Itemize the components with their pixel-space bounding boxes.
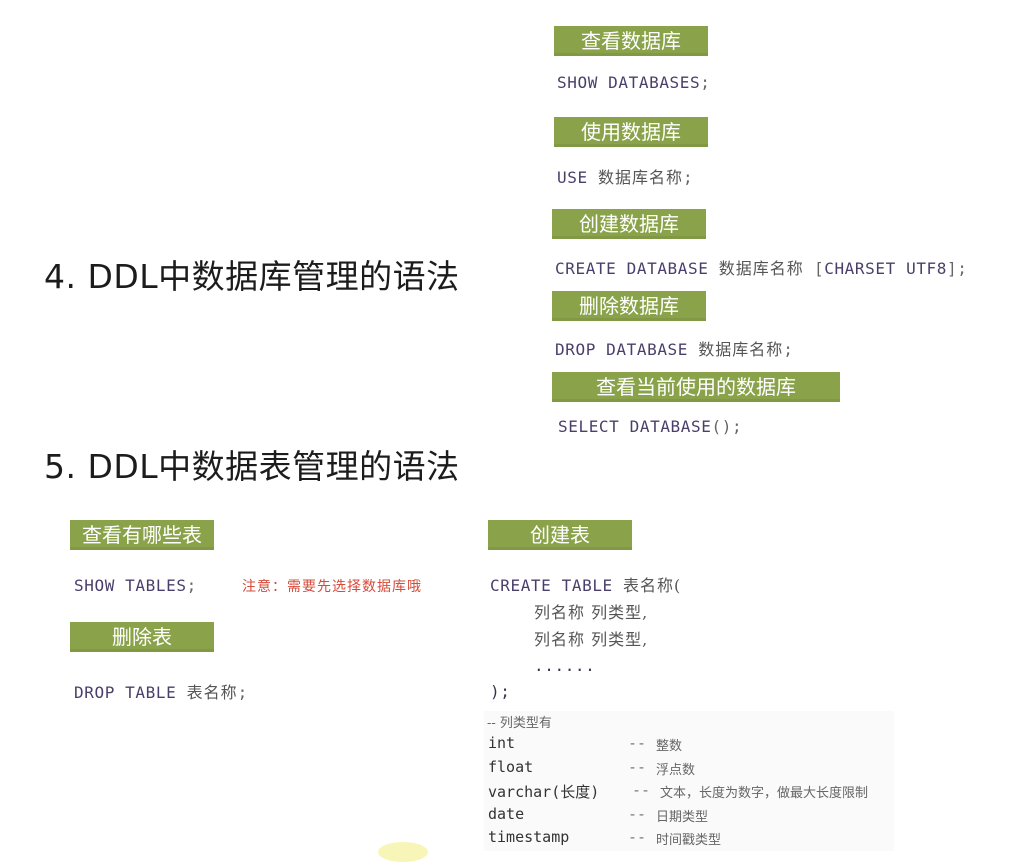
create-table-ellipsis: ...... [534, 656, 596, 675]
drop-table-label: 删除表 [70, 622, 214, 652]
code-placeholder: 数据库名称 [718, 259, 804, 278]
show-tables-label: 查看有哪些表 [70, 520, 214, 550]
code-keyword: CREATE TABLE [490, 576, 613, 595]
type-comment-dash: -- [628, 828, 647, 846]
code-punct: ; [682, 168, 694, 187]
code-punct: ; [700, 73, 711, 92]
type-comment-dash: -- [632, 781, 651, 799]
column-types-header: -- 列类型有 [487, 711, 552, 731]
create-table-label: 创建表 [488, 520, 632, 550]
create-table-column-2: 列名称 列类型, [534, 626, 648, 650]
create-database-label: 创建数据库 [552, 209, 706, 239]
show-databases-code: SHOW DATABASES; [557, 73, 711, 92]
code-placeholder: 列名称 列类型, [534, 630, 649, 649]
type-comment-dash: -- [628, 758, 647, 776]
use-database-code: USE 数据库名称; [557, 164, 693, 188]
type-desc: 文本，长度为数字，做最大长度限制 [660, 786, 869, 801]
code-placeholder: 数据库名称 [698, 340, 784, 359]
create-database-code: CREATE DATABASE 数据库名称 [CHARSET UTF8]; [555, 255, 967, 279]
current-database-label: 查看当前使用的数据库 [552, 372, 840, 402]
drop-table-code: DROP TABLE 表名称; [74, 679, 248, 703]
code-placeholder: 列名称 列类型, [534, 603, 649, 622]
type-name: timestamp [488, 828, 570, 846]
drop-database-label: 删除数据库 [552, 291, 706, 321]
code-placeholder: 表名称 [186, 683, 238, 702]
show-tables-code: SHOW TABLES; [74, 576, 197, 595]
current-database-code: SELECT DATABASE(); [558, 417, 742, 436]
code-keyword: DROP DATABASE [555, 340, 689, 359]
create-table-column-1: 列名称 列类型, [534, 599, 648, 623]
code-punct: ; [783, 340, 794, 359]
drop-database-code: DROP DATABASE 数据库名称; [555, 336, 794, 360]
code-punct: ; [237, 683, 248, 702]
code-placeholder: 数据库名称 [597, 168, 683, 187]
type-name: int [488, 734, 516, 752]
type-name: float [488, 758, 534, 776]
show-databases-label: 查看数据库 [554, 26, 708, 56]
code-punct: ]; [947, 259, 968, 278]
column-types-header-text: -- 列类型有 [487, 716, 552, 731]
type-desc: 浮点数 [656, 763, 696, 778]
code-keyword: DROP TABLE [74, 683, 177, 702]
code-keyword: USE [557, 168, 588, 187]
section-4-heading: 4. DDL中数据库管理的语法 [44, 257, 460, 296]
code-keyword: SELECT DATABASE [558, 417, 712, 436]
type-comment-dash: -- [628, 805, 647, 823]
code-placeholder: 表名称( [623, 576, 682, 595]
type-desc: 时间戳类型 [656, 833, 722, 848]
code-punct: [ [813, 259, 825, 278]
code-punct: ; [186, 576, 197, 595]
code-keyword: CREATE DATABASE [555, 259, 709, 278]
type-name: date [488, 805, 525, 823]
code-punct: (); [711, 417, 743, 436]
code-keyword: CHARSET UTF8 [824, 259, 948, 278]
code-keyword: SHOW TABLES [74, 576, 187, 595]
type-desc: 日期类型 [656, 810, 709, 825]
select-db-note: 注意：需要先选择数据库哦 [242, 579, 422, 595]
highlight-blob [378, 842, 428, 862]
create-table-code-line1: CREATE TABLE 表名称( [490, 572, 681, 596]
section-5-heading: 5. DDL中数据表管理的语法 [44, 447, 460, 486]
type-desc: 整数 [656, 739, 683, 754]
create-table-close: ); [490, 682, 511, 701]
type-comment-dash: -- [628, 734, 647, 752]
code-keyword: SHOW DATABASES [557, 73, 701, 92]
use-database-label: 使用数据库 [554, 117, 708, 147]
type-name: varchar(长度) [488, 783, 600, 801]
